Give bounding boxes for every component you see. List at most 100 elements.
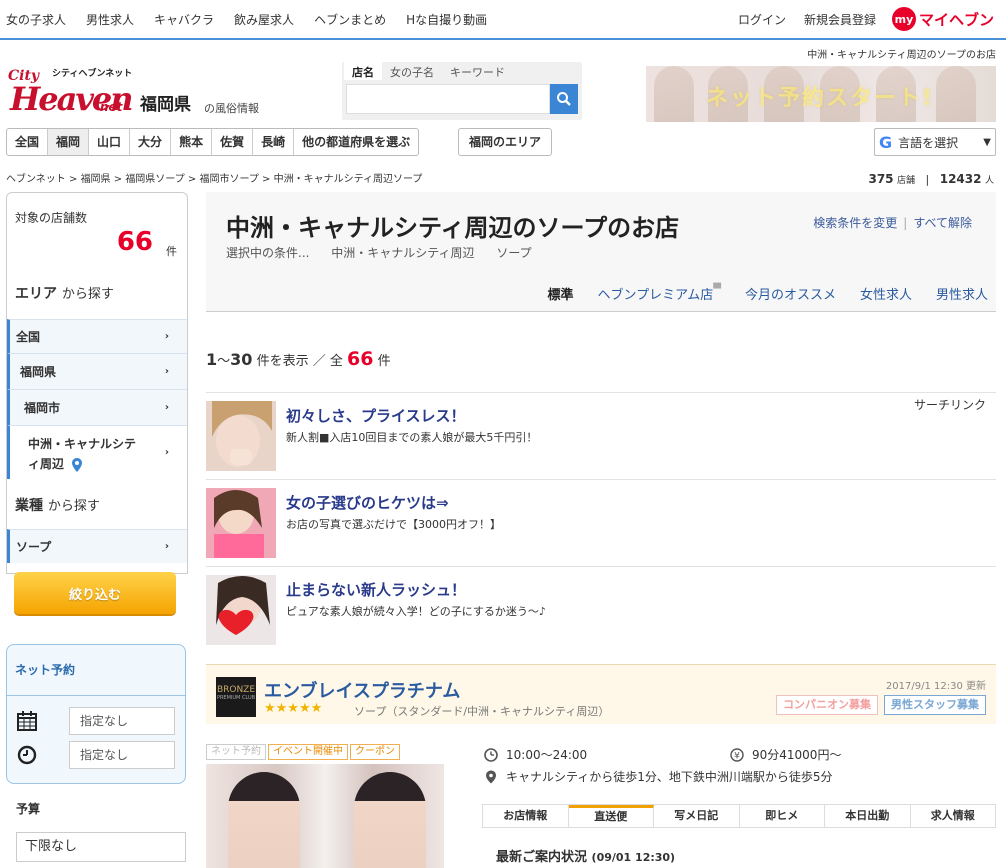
shop-detail-tabs: お店情報 直送便 写メ日記 即ヒメ 本日出勤 求人情報	[482, 804, 996, 828]
shop-header: BRONZE PREMIUM CLUB エンブレイスプラチナム ★★★★★ ソー…	[206, 664, 996, 724]
sort-tab-premium[interactable]: ヘブンプレミアム店▀	[598, 284, 721, 303]
area-item-fukuoka-pref[interactable]: 福岡県 ›	[7, 353, 187, 389]
net-reserve-panel: ネット予約 指定なし 指定なし	[6, 644, 186, 784]
sort-tab-recommend[interactable]: 今月のオススメ	[745, 284, 836, 303]
area-item-fukuoka-city[interactable]: 福岡市 ›	[7, 389, 187, 425]
sort-tab-male-jobs[interactable]: 男性求人	[936, 284, 988, 303]
pref-nav-fukuoka[interactable]: 福岡	[48, 129, 90, 155]
kind-item-soap[interactable]: ソープ ›	[7, 529, 187, 563]
shop-card: BRONZE PREMIUM CLUB エンブレイスプラチナム ★★★★★ ソー…	[206, 664, 996, 868]
budget-min-select[interactable]: 下限なし	[16, 832, 186, 862]
chevron-right-icon: ›	[164, 365, 169, 377]
chevron-right-icon: ›	[164, 446, 169, 458]
search-link-ad[interactable]: 初々しさ、プライスレス！ 新人割■入店10回目までの素人娘が最大5千円引！	[206, 401, 996, 477]
site-logo[interactable]: City シティヘブンネット Heaven net	[8, 60, 134, 118]
top-link-men-jobs[interactable]: 男性求人	[86, 11, 134, 28]
top-link-girls-jobs[interactable]: 女の子求人	[6, 11, 66, 28]
shop-updated: 2017/9/1 12:30 更新	[885, 681, 986, 692]
ad-title: 初々しさ、プライスレス！	[286, 407, 466, 425]
logo-subtitle: シティヘブンネット	[52, 69, 133, 79]
breadcrumb: ヘブンネット > 福岡県 > 福岡県ソープ > 福岡市ソープ > 中洲・キャナル…	[6, 174, 423, 185]
site-header: City シティヘブンネット Heaven net 福岡県 の風俗情報 店名 女…	[0, 42, 1006, 126]
tab-jobs[interactable]: 求人情報	[911, 805, 996, 827]
search-icon	[557, 92, 571, 106]
shop-count-unit: 店舗	[897, 176, 916, 186]
clock-icon	[17, 745, 37, 765]
tab-photo-diary[interactable]: 写メ日記	[654, 805, 740, 827]
main-content: 中洲・キャナルシティ周辺のソープのお店 選択中の条件... 中洲・キャナルシティ…	[206, 192, 996, 868]
kind-heading: 業種 から探す	[15, 498, 100, 514]
tab-direct[interactable]: 直送便	[568, 805, 654, 827]
my-heaven-label: マイヘブン	[918, 10, 994, 29]
ad-description: お店の写真で選ぶだけで【3000円オフ！】	[286, 518, 501, 531]
pref-nav-nagasaki[interactable]: 長崎	[253, 129, 295, 155]
top-link-bar-jobs[interactable]: 飲み屋求人	[234, 11, 294, 28]
sidebar: 対象の店舗数 66 件 エリア から探す 全国 › 福岡県 › 福岡市 › 中洲・キャ…	[6, 192, 188, 868]
pref-nav-yamaguchi[interactable]: 山口	[89, 129, 131, 155]
female-recruit-button[interactable]: コンパニオン募集	[776, 695, 878, 715]
shop-hours: 10:00～24:00	[506, 748, 588, 762]
search-link-ad[interactable]: 止まらない新人ラッシュ！ ピュアな素人娘が続々入学！どの子にするか迷う～♪	[206, 575, 996, 651]
search-tab-shop[interactable]: 店名	[344, 62, 382, 80]
top-link-videos[interactable]: Hな自撮り動画	[406, 11, 487, 28]
search-input[interactable]	[346, 84, 550, 114]
prefecture-subtitle: の風俗情報	[204, 102, 259, 115]
breadcrumb-item[interactable]: ヘブンネット	[6, 174, 66, 185]
male-recruit-button[interactable]: 男性スタッフ募集	[884, 695, 986, 715]
star-rating: ★★★★★	[264, 701, 323, 716]
sort-tab-female-jobs[interactable]: 女性求人	[860, 284, 912, 303]
language-select[interactable]: G 言語を選択 ▼	[874, 128, 996, 156]
area-item-nakasu[interactable]: 中洲・キャナルシティ周辺 ›	[7, 425, 187, 479]
tab-shop-info[interactable]: お店情報	[483, 805, 569, 827]
budget-heading: 予算	[16, 802, 41, 816]
reserve-time-field[interactable]: 指定なし	[69, 741, 175, 769]
top-link-cabaret[interactable]: キャバクラ	[154, 11, 214, 28]
breadcrumb-item[interactable]: 福岡市ソープ	[199, 174, 258, 185]
page-title: 中洲・キャナルシティ周辺のソープのお店	[226, 214, 680, 242]
top-link-matome[interactable]: ヘブンまとめ	[314, 11, 386, 28]
shop-photo[interactable]	[206, 764, 444, 868]
my-heaven-link[interactable]: my マイヘブン	[891, 7, 994, 31]
breadcrumb-item[interactable]: 福岡県ソープ	[125, 174, 184, 185]
pref-nav-saga[interactable]: 佐賀	[212, 129, 254, 155]
login-link[interactable]: ログイン	[738, 11, 786, 28]
narrow-down-button[interactable]: 絞り込む	[14, 572, 176, 614]
change-conditions-link[interactable]: 検索条件を変更	[813, 216, 897, 230]
tab-sokuhime[interactable]: 即ヒメ	[740, 805, 825, 827]
area-item-zenkoku[interactable]: 全国 ›	[7, 319, 187, 353]
search-link-ad[interactable]: 女の子選びのヒケツは⇒ お店の写真で選ぶだけで【3000円オフ！】	[206, 488, 996, 564]
pref-nav-other[interactable]: 他の都道府県を選ぶ	[294, 129, 418, 155]
search-tab-keyword[interactable]: キーワード	[442, 62, 513, 80]
speech-bubble-icon: ▀	[713, 284, 721, 295]
clock-icon	[484, 747, 498, 762]
result-count-label: 対象の店舗数	[15, 211, 88, 225]
sort-tab-standard[interactable]: 標準	[548, 284, 574, 303]
pref-nav-kumamoto[interactable]: 熊本	[171, 129, 213, 155]
fukuoka-area-button[interactable]: 福岡のエリア	[458, 128, 553, 156]
tag-net-reserve: ネット予約	[206, 744, 266, 760]
tab-today-attendance[interactable]: 本日出勤	[825, 805, 911, 827]
shop-name[interactable]: エンブレイスプラチナム	[264, 677, 460, 703]
pref-nav-zenkoku[interactable]: 全国	[7, 129, 49, 155]
bronze-premium-badge: BRONZE PREMIUM CLUB	[216, 677, 256, 717]
clear-all-link[interactable]: すべて解除	[913, 216, 972, 230]
pref-nav-oita[interactable]: 大分	[130, 129, 172, 155]
ad-thumbnail	[206, 575, 276, 645]
net-reserve-banner[interactable]: ネット予約スタート!	[646, 66, 996, 122]
location-pin-icon	[486, 770, 496, 783]
search-button[interactable]	[550, 84, 578, 114]
prefecture-nav: 全国 福岡 山口 大分 熊本 佐賀 長崎 他の都道府県を選ぶ 福岡のエリア G …	[0, 128, 1006, 158]
reserve-date-field[interactable]: 指定なし	[69, 707, 175, 735]
area-list: 全国 › 福岡県 › 福岡市 › 中洲・キャナルシティ周辺 ›	[7, 319, 187, 479]
ad-title: 止まらない新人ラッシュ！	[286, 581, 467, 599]
prefecture-name: 福岡県	[140, 95, 191, 115]
location-pin-icon	[72, 457, 83, 472]
shop-info: 10:00～24:00 ¥ 90分41000円～ キャナルシティから徒歩1分、地…	[484, 744, 996, 804]
search-tab-girl[interactable]: 女の子名	[382, 62, 442, 80]
shop-price: 90分41000円～	[752, 748, 842, 762]
register-link[interactable]: 新規会員登録	[804, 11, 876, 28]
condition-area: 中洲・キャナルシティ周辺	[331, 246, 475, 260]
breadcrumb-item[interactable]: 福岡県	[81, 174, 111, 185]
ad-description: 新人割■入店10回目までの素人娘が最大5千円引！	[286, 431, 538, 444]
chevron-right-icon: ›	[164, 540, 169, 552]
